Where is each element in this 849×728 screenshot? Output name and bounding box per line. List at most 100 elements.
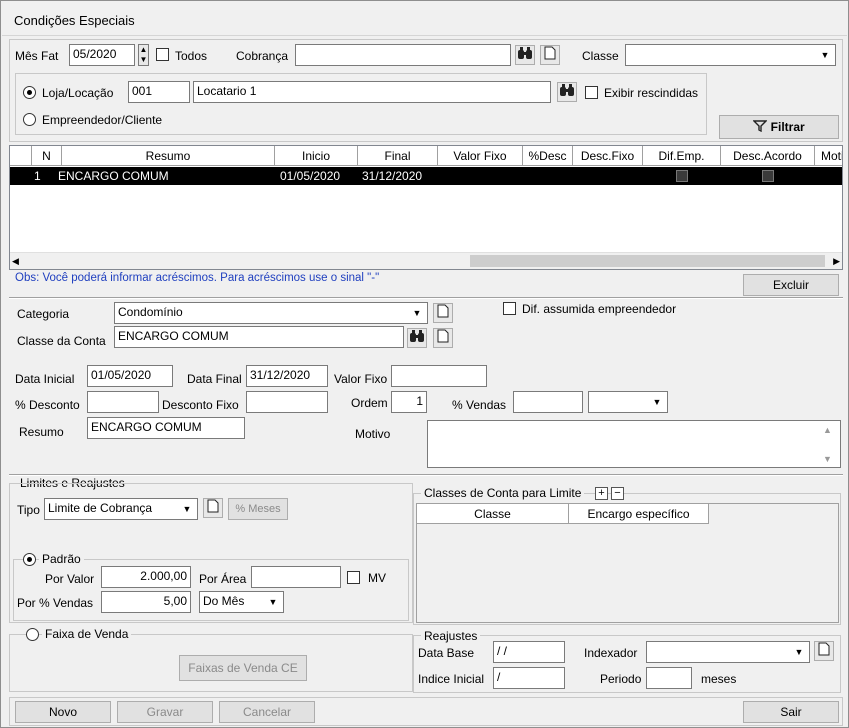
sair-button[interactable]: Sair xyxy=(743,701,839,723)
desc-acordo-checkbox[interactable] xyxy=(762,170,774,182)
motivo-textarea[interactable] xyxy=(427,420,841,468)
grid-header-pct-desc[interactable]: %Desc xyxy=(523,146,573,166)
grid-header-desc-acordo[interactable]: Desc.Acordo xyxy=(721,146,815,166)
binoculars-icon[interactable] xyxy=(557,82,577,102)
padrao-label: Padrão xyxy=(39,552,84,566)
empreendedor-radio[interactable] xyxy=(23,113,36,126)
chevron-down-icon: ▼ xyxy=(182,504,192,514)
padrao-radio[interactable] xyxy=(23,553,36,566)
add-icon[interactable]: + xyxy=(595,487,608,500)
classes-limite-title: Classes de Conta para Limite xyxy=(421,486,585,500)
exibir-rescindidas-label: Exibir rescindidas xyxy=(604,86,699,100)
todos-checkbox[interactable] xyxy=(156,48,169,61)
data-final-input[interactable]: 31/12/2020 xyxy=(246,365,328,387)
loja-label: Loja/Locação xyxy=(42,86,114,100)
new-document-icon[interactable] xyxy=(433,303,453,323)
loja-radio[interactable] xyxy=(23,86,36,99)
classe-conta-input[interactable]: ENCARGO COMUM xyxy=(114,326,404,348)
por-valor-input[interactable]: 2.000,00 xyxy=(101,566,191,588)
dif-assumida-label: Dif. assumida empreendedor xyxy=(522,302,677,316)
cancelar-button[interactable]: Cancelar xyxy=(219,701,315,723)
indexador-label: Indexador xyxy=(584,646,638,660)
reajustes-title: Reajustes xyxy=(421,629,481,643)
por-vendas-input[interactable]: 5,00 xyxy=(101,591,191,613)
tipo-value: Limite de Cobrança xyxy=(48,501,153,515)
data-inicial-input[interactable]: 01/05/2020 xyxy=(87,365,173,387)
excluir-button[interactable]: Excluir xyxy=(743,274,839,296)
scroll-thumb[interactable] xyxy=(470,255,825,267)
grid-header-valor-fixo[interactable]: Valor Fixo xyxy=(438,146,523,166)
data-base-input[interactable]: / / xyxy=(493,641,565,663)
dif-emp-checkbox[interactable] xyxy=(676,170,688,182)
tipo-label: Tipo xyxy=(17,503,40,517)
mes-fat-label: Mês Fat xyxy=(15,49,59,63)
filtrar-button[interactable]: Filtrar xyxy=(719,115,839,139)
tipo-select[interactable]: Limite de Cobrança ▼ xyxy=(44,498,198,520)
scroll-up-icon[interactable]: ▲ xyxy=(823,425,832,435)
classe-select[interactable]: ▼ xyxy=(625,44,836,66)
scroll-left-icon[interactable]: ◀ xyxy=(12,256,19,267)
window: Condições Especiais Mês Fat 05/2020 ▲ ▼ T… xyxy=(0,0,849,728)
por-valor-label: Por Valor xyxy=(45,572,95,586)
grid-header-motivo[interactable]: Motiv xyxy=(815,146,842,166)
pct-vendas-select[interactable]: ▼ xyxy=(588,391,668,413)
grid-header-final[interactable]: Final xyxy=(358,146,438,166)
data-final-label: Data Final xyxy=(187,372,242,386)
por-area-input[interactable] xyxy=(251,566,341,588)
new-document-icon[interactable] xyxy=(814,641,834,661)
new-document-icon[interactable] xyxy=(540,45,560,65)
periodo-input[interactable] xyxy=(646,667,692,689)
empreendedor-label: Empreendedor/Cliente xyxy=(42,113,163,127)
desconto-fixo-label: Desconto Fixo xyxy=(162,398,239,412)
mes-fat-input[interactable]: 05/2020 xyxy=(69,44,135,66)
loja-code-input[interactable]: 001 xyxy=(128,81,190,103)
gravar-button[interactable]: Gravar xyxy=(117,701,213,723)
grid-header-resumo[interactable]: Resumo xyxy=(62,146,275,166)
cobranca-label: Cobrança xyxy=(236,49,289,63)
resumo-input[interactable]: ENCARGO COMUM xyxy=(87,417,245,439)
indice-inicial-input[interactable]: / xyxy=(493,667,565,689)
chevron-down-icon: ▼ xyxy=(268,597,278,607)
cell-final: 31/12/2020 xyxy=(362,169,423,183)
binoculars-icon[interactable] xyxy=(407,328,427,348)
mv-checkbox[interactable] xyxy=(347,571,360,584)
valor-fixo-input[interactable] xyxy=(391,365,487,387)
pct-desconto-input[interactable] xyxy=(87,391,159,413)
indexador-select[interactable]: ▼ xyxy=(646,641,810,663)
notice-text: Obs: Você poderá informar acréscimos. Pa… xyxy=(15,272,380,284)
grid-header-desc-fixo[interactable]: Desc.Fixo xyxy=(573,146,643,166)
divider xyxy=(9,297,843,299)
new-document-icon[interactable] xyxy=(433,328,453,348)
binoculars-icon[interactable] xyxy=(515,45,535,65)
novo-button[interactable]: Novo xyxy=(15,701,111,723)
ordem-input[interactable]: 1 xyxy=(391,391,427,413)
classes-limite-grid[interactable]: Classe Encargo específico xyxy=(416,503,839,623)
exibir-rescindidas-checkbox[interactable] xyxy=(585,86,598,99)
grid-header-dif-emp[interactable]: Dif.Emp. xyxy=(643,146,721,166)
grid-header-n[interactable]: N xyxy=(32,146,62,166)
faixas-venda-button[interactable]: Faixas de Venda CE xyxy=(179,655,307,681)
table-row[interactable]: 1 ENCARGO COMUM 01/05/2020 31/12/2020 xyxy=(10,167,842,185)
scroll-right-icon[interactable]: ▶ xyxy=(833,256,840,267)
loja-name-input[interactable]: Locatario 1 xyxy=(193,81,551,103)
faixa-radio[interactable] xyxy=(26,628,39,641)
meses-button[interactable]: % Meses xyxy=(228,498,288,520)
cell-valor-fixo xyxy=(442,167,522,185)
grid-header-classe[interactable]: Classe xyxy=(417,504,569,524)
grid-header-encargo-especifico[interactable]: Encargo específico xyxy=(569,504,709,524)
por-area-label: Por Área xyxy=(199,572,247,586)
pct-desconto-label: % Desconto xyxy=(15,398,80,412)
grid-header-inicio[interactable]: Inicio xyxy=(275,146,358,166)
dif-assumida-checkbox[interactable] xyxy=(503,302,516,315)
encargos-grid[interactable]: N Resumo Inicio Final Valor Fixo %Desc D… xyxy=(9,145,843,270)
cobranca-input[interactable] xyxy=(295,44,511,66)
remove-icon[interactable]: − xyxy=(611,487,624,500)
grid-horizontal-scrollbar[interactable]: ◀ ▶ xyxy=(10,252,842,269)
do-mes-select[interactable]: Do Mês ▼ xyxy=(199,591,284,613)
mes-fat-spinner[interactable]: ▲ ▼ xyxy=(138,44,149,66)
desconto-fixo-input[interactable] xyxy=(246,391,328,413)
categoria-select[interactable]: Condomínio ▼ xyxy=(114,302,428,324)
pct-vendas-input[interactable] xyxy=(513,391,583,413)
scroll-down-icon[interactable]: ▼ xyxy=(823,454,832,464)
new-document-icon[interactable] xyxy=(203,498,223,518)
